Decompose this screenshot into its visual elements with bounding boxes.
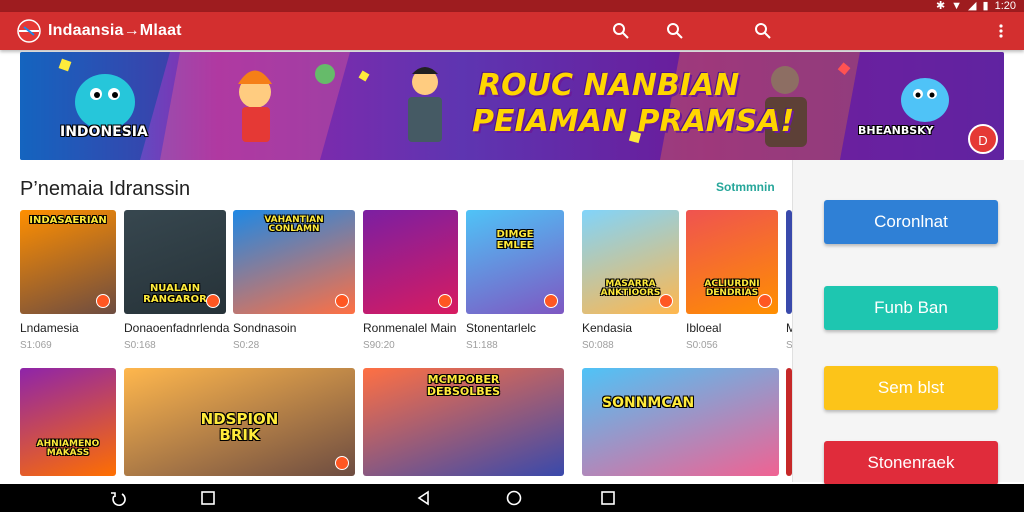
game-card[interactable]: MASARRA ANKTIOORS <box>582 210 679 314</box>
card-art-label: DIMGE EMLEE <box>496 229 534 251</box>
more-vert-icon[interactable] <box>994 22 1008 40</box>
game-title: Donaoenfadnrlenda <box>124 321 230 335</box>
see-all-link[interactable]: Sotmmnin <box>716 180 775 194</box>
overview-icon[interactable] <box>598 488 618 508</box>
back-icon[interactable] <box>108 488 128 508</box>
card-badge <box>544 294 558 308</box>
game-title: Stonentarlelc <box>466 321 537 335</box>
recents-icon[interactable] <box>198 488 218 508</box>
promo-banner[interactable]: ROUC NANBIAN PEIAMAN PRAMSA! INDONESIA B… <box>20 52 1004 160</box>
status-bar: ✱ ▼ ◢ ▮ 1:20 <box>0 0 1024 12</box>
game-card[interactable]: NDSPION BRIK <box>124 368 355 476</box>
battery-icon: ▮ <box>982 0 989 12</box>
back-triangle-icon[interactable] <box>414 488 434 508</box>
game-card[interactable]: NUALAIN RANGAROR <box>124 210 226 314</box>
search-icon[interactable] <box>666 22 684 40</box>
banner-headline-2: PEIAMAN PRAMSA! <box>472 104 795 139</box>
card-art-label: INDASAERIAN <box>29 215 107 226</box>
status-icons: ✱ ▼ ◢ ▮ 1:20 <box>936 0 1016 12</box>
game-size: S1:069 <box>20 340 52 351</box>
game-size: S1:188 <box>466 340 498 351</box>
card-art-label: NDSPION BRIK <box>200 410 279 444</box>
game-card[interactable]: ACLIURDNI DENDRIAS <box>686 210 778 314</box>
card-badge <box>659 294 673 308</box>
card-art-label: MCMPOBER DEBSOLBES <box>426 373 501 398</box>
app-logo-icon[interactable] <box>16 19 42 43</box>
card-badge <box>96 294 110 308</box>
game-card[interactable]: AHNIAMENO MAKASS <box>20 368 116 476</box>
home-icon[interactable] <box>504 488 524 508</box>
banner-badge[interactable]: D <box>968 124 998 154</box>
card-badge <box>206 294 220 308</box>
banner-headline-1: ROUC NANBIAN <box>478 68 740 103</box>
game-title: Ronmenalel Main <box>363 321 457 335</box>
search-icon[interactable] <box>754 22 772 40</box>
game-title: Ibloeal <box>686 321 722 335</box>
game-card[interactable]: DIMGE EMLEE <box>466 210 564 314</box>
card-badge <box>438 294 452 308</box>
signal-icon: ◢ <box>968 0 977 12</box>
game-card[interactable] <box>363 210 458 314</box>
banner-right-label: BHEANBSKY <box>858 124 934 137</box>
game-size: S90:20 <box>363 340 395 351</box>
game-card[interactable]: VAHANTIAN CONLAMN <box>233 210 355 314</box>
section-title: P’nemaia Idranssin <box>20 178 191 200</box>
game-size: S0:056 <box>686 340 718 351</box>
game-size: S0:168 <box>124 340 156 351</box>
card-badge <box>335 294 349 308</box>
game-card[interactable]: SONNMCAN <box>582 368 779 476</box>
game-title: Kendasia <box>582 321 633 335</box>
game-size: S0:28 <box>233 340 260 351</box>
app-title: Indaansia→Mlaat <box>48 22 182 39</box>
card-art-label: AHNIAMENO MAKASS <box>36 439 100 459</box>
card-art-label: SONNMCAN <box>602 395 695 411</box>
game-size: S0:088 <box>582 340 614 351</box>
banner-left-label: INDONESIA <box>60 124 148 140</box>
card-badge <box>335 456 349 470</box>
game-title: Lndamesia <box>20 321 79 335</box>
game-card[interactable]: INDASAERIAN <box>20 210 116 314</box>
wifi-icon: ▼ <box>951 0 963 12</box>
card-badge <box>758 294 772 308</box>
game-card[interactable]: MCMPOBER DEBSOLBES <box>363 368 564 476</box>
app-bar: Indaansia→Mlaat <box>0 12 1024 50</box>
card-art-label: VAHANTIAN CONLAMN <box>264 215 324 235</box>
sidebar-button-4[interactable]: Stonenraek <box>824 441 998 485</box>
nav-bar <box>0 484 1024 512</box>
bluetooth-icon: ✱ <box>935 0 946 12</box>
game-title: Sondnasoin <box>233 321 297 335</box>
status-time: 1:20 <box>994 0 1016 12</box>
search-icon[interactable] <box>612 22 630 40</box>
sidebar-button-1[interactable]: Coronlnat <box>824 200 998 244</box>
sidebar-button-2[interactable]: Funb Ban <box>824 286 998 330</box>
sidebar-button-3[interactable]: Sem blst <box>824 366 998 410</box>
